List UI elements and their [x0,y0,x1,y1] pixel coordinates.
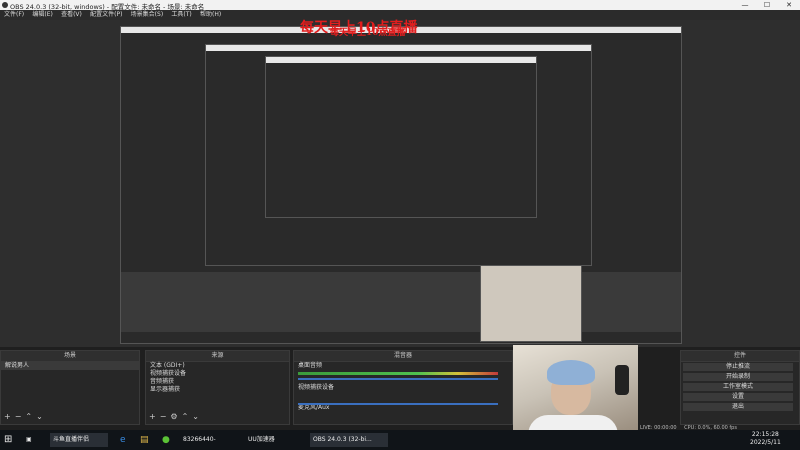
clock-date: 2022/5/11 [750,439,781,446]
obs-app-icon [2,2,8,8]
sources-panel: 来源 文本 (GDI+) 视频捕获设备 音频捕获 显示器捕获 + − ⚙ ⌃ ⌄ [145,350,290,425]
scenes-panel: 场景 解说男人 + − ⌃ ⌄ [0,350,140,425]
taskbar-item[interactable]: UU加速器 [245,433,303,447]
mixer-track-label: 麦克风/Aux [298,404,330,411]
clock-time: 22:15:28 [751,431,779,438]
windows-taskbar: ⊞ ▣ 斗鱼直播伴侣 e ▤ ● 83266440- UU加速器 OBS 24.… [0,430,800,450]
desktop-audio-slider[interactable] [298,378,498,380]
menu-file[interactable]: 文件(F) [4,10,24,20]
sources-toolbar: + − ⚙ ⌃ ⌄ [149,412,203,421]
source-item[interactable]: 显示器捕获 [146,386,289,394]
video-capture-slider[interactable] [298,403,498,405]
desktop-audio-meter [298,372,498,375]
close-button[interactable]: ✕ [779,0,799,10]
maximize-button[interactable]: ☐ [757,0,777,10]
taskbar-item[interactable]: 83266440- [180,433,233,447]
remove-source-button[interactable]: − [160,412,167,421]
menu-edit[interactable]: 编辑(E) [32,10,52,20]
move-down-icon[interactable]: ⌄ [192,412,199,421]
preview-canvas[interactable]: 每天早上10点直播 每天早上10点直播 [0,20,800,347]
scene-item[interactable]: 解说男人 [1,362,139,370]
app-icon[interactable]: ● [162,433,170,447]
add-scene-button[interactable]: + [4,412,11,421]
menu-profile[interactable]: 配置文件(P) [90,10,122,20]
nested-capture-3 [265,56,537,218]
source-item[interactable]: 文本 (GDI+) [146,362,289,370]
stop-streaming-button[interactable]: 停止推流 [683,363,793,371]
add-source-button[interactable]: + [149,412,156,421]
scenes-header: 场景 [1,351,139,362]
start-recording-button[interactable]: 开始录制 [683,373,793,381]
menu-help[interactable]: 帮助(H) [200,10,221,20]
minimize-button[interactable]: — [735,0,755,10]
remove-scene-button[interactable]: − [15,412,22,421]
edge-browser-icon[interactable]: e [120,433,126,447]
file-explorer-icon[interactable]: ▤ [140,433,149,447]
exit-button[interactable]: 退出 [683,403,793,411]
menu-scene-collection[interactable]: 场景集合(S) [131,10,164,20]
clock: 22:15:28 2022/5/11 [750,431,781,446]
controls-header: 控件 [681,351,799,362]
move-up-icon[interactable]: ⌃ [25,412,32,421]
move-down-icon[interactable]: ⌄ [36,412,43,421]
scenes-toolbar: + − ⌃ ⌄ [4,412,47,421]
nested-webcam [480,265,582,342]
mixer-track-label: 桌面音频 [298,362,323,369]
menu-tools[interactable]: 工具(T) [171,10,191,20]
sources-header: 来源 [146,351,289,362]
studio-mode-button[interactable]: 工作室模式 [683,383,793,391]
taskbar-item[interactable]: OBS 24.0.3 (32-bi... [310,433,388,447]
taskbar-item[interactable]: 斗鱼直播伴侣 [50,433,108,447]
move-up-icon[interactable]: ⌃ [182,412,189,421]
settings-button[interactable]: 设置 [683,393,793,401]
title-bar: OBS 24.0.3 (32-bit, windows) - 配置文件: 未命名… [0,0,800,11]
nested-overlay-text: 每天早上10点直播 [330,28,406,38]
task-view-icon[interactable]: ▣ [26,433,32,447]
mixer-header: 混音器 [294,351,512,362]
menu-view[interactable]: 查看(V) [61,10,82,20]
mixer-panel: 混音器 桌面音频 视频捕获设备 麦克风/Aux [293,350,513,425]
source-item[interactable]: 音频捕获 [146,378,289,386]
mixer-track-label: 视频捕获设备 [298,384,335,391]
microphone-image [615,365,629,395]
windows-start-icon[interactable]: ⊞ [4,433,12,447]
gear-icon[interactable]: ⚙ [170,412,177,421]
source-item[interactable]: 视频捕获设备 [146,370,289,378]
